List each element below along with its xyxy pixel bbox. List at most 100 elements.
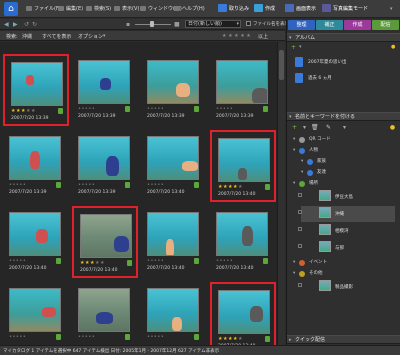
delete-keyword-icon[interactable]: 🗑 bbox=[311, 124, 319, 131]
keyword-item[interactable]: ▾ 場所 bbox=[293, 178, 395, 188]
keyword-item[interactable]: ▾ QR コード bbox=[293, 134, 395, 144]
photo-thumbnail-cell[interactable]: ••••• 2007/7/20 13:40 bbox=[3, 206, 69, 278]
tab-share[interactable]: 配信 bbox=[372, 20, 399, 30]
rating-stars[interactable]: ★★★★★ bbox=[218, 336, 243, 342]
photo-thumbnail-cell[interactable]: ★★★★★2007/7/20 13:40 bbox=[210, 282, 276, 345]
star-icon[interactable]: • bbox=[161, 182, 164, 188]
show-all-button[interactable]: すべてを表示 bbox=[42, 33, 71, 40]
photo-thumbnail-cell[interactable]: ★★★★★ 2007/7/20 13:39 bbox=[3, 54, 69, 126]
rating-stars[interactable]: ••••• bbox=[78, 106, 95, 112]
keyword-checkbox[interactable] bbox=[298, 193, 302, 197]
menu-edit[interactable]: 編集(E) bbox=[58, 5, 83, 12]
rating-condition[interactable]: 以上 bbox=[258, 33, 268, 40]
slider-knob[interactable] bbox=[150, 21, 154, 27]
create-button[interactable]: 作成 bbox=[254, 4, 275, 14]
star-icon[interactable]: • bbox=[92, 106, 95, 112]
star-icon[interactable]: • bbox=[92, 182, 95, 188]
keyword-item[interactable]: ▾ 友達 bbox=[301, 167, 395, 177]
keyword-checkbox[interactable] bbox=[298, 283, 302, 287]
show-filename-checkbox[interactable] bbox=[246, 21, 251, 26]
photo-thumbnail-cell[interactable]: ••••• 2007/7/20 13:40 bbox=[210, 206, 276, 278]
rating-stars[interactable]: ••••• bbox=[9, 182, 26, 188]
star-icon[interactable]: ★ bbox=[238, 184, 243, 190]
display-button[interactable]: 画面表示 bbox=[285, 4, 316, 14]
photo-thumbnail-cell[interactable]: ••••• 2007/7/20 13:39 bbox=[3, 130, 69, 202]
star-icon[interactable]: • bbox=[230, 258, 233, 264]
scrollbar-thumb[interactable] bbox=[279, 50, 284, 80]
star-icon[interactable]: ★ bbox=[100, 260, 105, 266]
keyword-item[interactable]: ▾ イベント bbox=[293, 257, 395, 267]
tree-toggle-icon[interactable]: ▾ bbox=[301, 159, 303, 164]
photo-thumbnail-cell[interactable]: ••••• 2007/7/20 13:39 bbox=[72, 54, 138, 126]
tab-organize[interactable]: 整理 bbox=[288, 20, 315, 30]
photo-thumbnail-cell[interactable]: ••••• 2007/7/20 13:39 bbox=[210, 54, 276, 126]
edit-mode-button[interactable]: 写真編集モード bbox=[322, 4, 368, 14]
rating-stars[interactable]: ••••• bbox=[216, 258, 233, 264]
tree-toggle-icon[interactable]: ▾ bbox=[293, 271, 295, 276]
small-thumb-icon[interactable]: ▪ bbox=[126, 21, 130, 28]
rotate-left-icon[interactable]: ↺ bbox=[24, 21, 29, 28]
tree-toggle-icon[interactable]: ▾ bbox=[293, 137, 295, 142]
keyword-item[interactable]: 製品撮影 bbox=[298, 279, 395, 295]
keyword-checkbox[interactable] bbox=[298, 227, 302, 231]
keyword-item[interactable]: 相模湾 bbox=[298, 223, 395, 239]
rating-stars[interactable]: ★★★★★ bbox=[80, 260, 105, 266]
keyword-item[interactable]: ▾ 人物 bbox=[293, 145, 395, 155]
rating-stars[interactable]: ••••• bbox=[147, 334, 164, 340]
tree-toggle-icon[interactable]: ▾ bbox=[293, 148, 295, 153]
rating-stars[interactable]: ★★★★★ bbox=[218, 184, 243, 190]
quick-share-header[interactable]: クイック配信 bbox=[287, 335, 400, 344]
rotate-right-icon[interactable]: ↻ bbox=[32, 21, 37, 28]
star-icon[interactable]: ★ bbox=[31, 108, 36, 114]
album-chevron-icon[interactable]: ▾ bbox=[299, 44, 302, 50]
menu-view[interactable]: 表示(V) bbox=[114, 5, 139, 12]
rating-stars[interactable]: ••••• bbox=[78, 334, 95, 340]
albums-header[interactable]: アルバム bbox=[287, 33, 400, 42]
star-icon[interactable]: ★ bbox=[238, 336, 243, 342]
album-item[interactable]: 過去 6 ヵ月 bbox=[293, 71, 393, 85]
rating-stars[interactable]: ••••• bbox=[216, 106, 233, 112]
star-icon[interactable]: • bbox=[161, 106, 164, 112]
photo-thumbnail-cell[interactable]: ••••• 2007/7/20 13:39 bbox=[141, 54, 207, 126]
keyword-item[interactable]: 与那 bbox=[298, 240, 395, 256]
rating-stars[interactable]: ••••• bbox=[147, 182, 164, 188]
add-keyword-icon[interactable]: + bbox=[291, 124, 298, 131]
photo-thumbnail-cell[interactable]: ••••• 2007/7/20 13:40 bbox=[141, 130, 207, 202]
tree-toggle-icon[interactable]: ▾ bbox=[301, 170, 303, 175]
photo-thumbnail-cell[interactable]: ••••• 2007/7/20 13:39 bbox=[72, 130, 138, 202]
options-button[interactable]: オプション bbox=[78, 33, 103, 40]
keywords-header[interactable]: 名前とキーワードを付ける bbox=[287, 112, 400, 121]
tab-create[interactable]: 作成 bbox=[344, 20, 371, 30]
album-item[interactable]: 2007年夏の思い出 bbox=[293, 55, 393, 69]
star-icon[interactable]: • bbox=[23, 182, 26, 188]
home-icon[interactable]: ⌂ bbox=[4, 2, 18, 16]
tab-fix[interactable]: 補正 bbox=[316, 20, 343, 30]
star-icon[interactable]: • bbox=[161, 258, 164, 264]
rating-filter[interactable]: ★ ★ ★ ★ ★ bbox=[222, 33, 251, 39]
menu-file[interactable]: ファイル(F) bbox=[26, 5, 61, 12]
back-arrow-icon[interactable]: ◀ bbox=[4, 21, 9, 28]
star-icon[interactable]: • bbox=[92, 334, 95, 340]
menu-search[interactable]: 検索(S) bbox=[86, 5, 111, 12]
large-thumb-icon[interactable]: ■ bbox=[174, 21, 180, 28]
rating-stars[interactable]: ••••• bbox=[147, 258, 164, 264]
rating-stars[interactable]: ••••• bbox=[9, 258, 26, 264]
photo-thumbnail-cell[interactable]: ••••• bbox=[3, 282, 69, 345]
add-album-icon[interactable]: + bbox=[291, 44, 296, 51]
photo-thumbnail-cell[interactable]: ••••• 2007/7/20 13:40 bbox=[141, 206, 207, 278]
star-icon[interactable]: • bbox=[23, 258, 26, 264]
menu-chevron-icon[interactable]: ▾ bbox=[390, 4, 393, 14]
grid-scrollbar[interactable] bbox=[277, 42, 285, 345]
menu-help[interactable]: ヘルプ(H) bbox=[174, 5, 205, 12]
keyword-chevron-icon[interactable]: ▾ bbox=[301, 124, 308, 131]
keyword-item[interactable]: ▾ その他 bbox=[293, 268, 395, 278]
import-button[interactable]: 取り込み bbox=[218, 4, 249, 14]
tree-toggle-icon[interactable]: ▾ bbox=[293, 181, 295, 186]
tree-toggle-icon[interactable]: ▾ bbox=[293, 260, 295, 265]
keyword-checkbox[interactable] bbox=[298, 210, 302, 214]
keyword-item[interactable]: ▾ 家族 bbox=[301, 156, 395, 166]
keyword-item[interactable]: 伊豆大島 bbox=[298, 189, 395, 205]
rating-stars[interactable]: ••••• bbox=[147, 106, 164, 112]
photo-thumbnail-cell[interactable]: ★★★★★2007/7/20 13:40 bbox=[210, 130, 276, 202]
rating-stars[interactable]: ••••• bbox=[9, 334, 26, 340]
